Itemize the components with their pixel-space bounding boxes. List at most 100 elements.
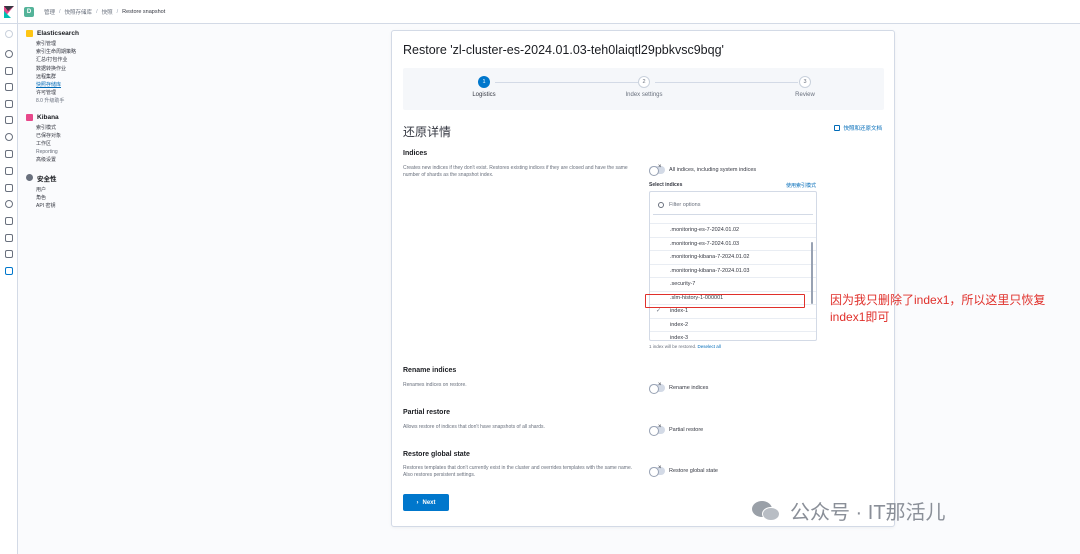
global-state-switch[interactable]: Restore global state [649,465,718,477]
toggle-switch[interactable] [649,382,665,394]
all-indices-switch[interactable]: All indices, including system indices [649,164,757,176]
list-item[interactable]: .security-7 [650,278,816,292]
use-index-patterns-link[interactable]: 使用索引模式 [786,182,816,189]
rename-title: Rename indices [403,367,457,374]
selection-help-text: 1 index will be restored. [649,344,697,349]
nav-item-rollup[interactable]: 汇总/打包作业 [36,56,168,64]
management-sidenav: Elasticsearch 索引管理 索引生命周期策略 汇总/打包作业 数据转换… [18,24,168,218]
breadcrumb-separator: / [59,8,61,15]
annotation-text: 因为我只删除了index1，所以这里只恢复index1即可 [830,293,1046,324]
docs-link[interactable]: 快照和还原文档 [834,124,882,132]
indices-description: Creates new indices if they don't exist.… [403,165,628,178]
page-title: Restore 'zl-cluster-es-2024.01.03-teh0la… [403,43,724,57]
switch-label: All indices, including system indices [669,167,757,173]
nav-item-advanced-settings[interactable]: 高级设置 [36,156,168,164]
uptime-icon[interactable] [5,217,13,225]
breadcrumb-separator: / [116,8,119,15]
nav-item-index-patterns[interactable]: 索引模式 [36,124,168,132]
icon-rail [0,24,18,554]
next-button[interactable]: › Next [403,494,449,511]
switch-label: Restore global state [669,468,718,474]
nav-section-security: 安全性 用户 角色 API 密钥 [26,173,168,211]
nav-item-remote-clusters[interactable]: 远程集群 [36,73,168,81]
step-logistics[interactable]: 1 Logistics [444,76,524,98]
partial-restore-switch[interactable]: Partial restore [649,424,704,436]
switch-label: Partial restore [669,427,704,433]
next-button-label: Next [422,499,436,506]
filter-input[interactable]: Filter options [653,195,813,215]
step-number: 1 [478,76,490,88]
breadcrumb-item-current: Restore snapshot [122,8,166,15]
breadcrumb-separator: / [96,8,98,15]
wechat-icon [752,499,782,523]
breadcrumb-item-snapshots[interactable]: 快照 [102,8,113,16]
step-number: 3 [799,76,811,88]
toggle-switch[interactable] [649,465,665,477]
nav-section-elasticsearch: Elasticsearch 索引管理 索引生命周期策略 汇总/打包作业 数据转换… [26,30,168,106]
step-label: Logistics [472,92,496,98]
nav-item-spaces[interactable]: 工作区 [36,140,168,148]
step-number: 2 [638,76,650,88]
step-review[interactable]: 3 Review [765,76,845,98]
indices-selectable-list: Filter options .monitoring-es-7-2024.01.… [649,191,817,341]
space-avatar[interactable]: D [24,6,34,17]
maps-icon[interactable] [5,133,13,141]
recent-icon[interactable] [5,50,13,58]
nav-item-api-keys[interactable]: API 密钥 [36,202,168,210]
list-item[interactable]: index-2 [650,319,816,332]
visualize-icon[interactable] [5,83,13,91]
list-item[interactable]: index-3 [650,332,816,340]
list-item[interactable]: .monitoring-es-7-2024.01.03 [650,238,816,251]
logs-icon[interactable] [5,184,13,192]
list-item[interactable]: .monitoring-kibana-7-2024.01.03 [650,265,816,278]
kibana-icon [26,113,33,121]
nav-section-label: Elasticsearch [37,30,79,37]
infra-icon[interactable] [5,167,13,175]
dashboard-icon[interactable] [5,100,13,108]
management-icon[interactable] [5,267,13,275]
nav-item-upgrade-assistant[interactable]: 8.0 升级助手 [36,97,168,105]
indices-title: Indices [403,150,428,157]
nav-item-reporting[interactable]: Reporting [36,148,168,156]
nav-section-title: Elasticsearch [26,30,168,37]
chevron-right-icon: › [416,499,419,506]
nav-item-snapshot-repositories[interactable]: 快照存储库 [36,81,168,89]
section-heading: 还原详情 [403,125,452,139]
global-state-title: Restore global state [403,451,470,458]
kibana-logo-icon[interactable] [0,0,18,24]
docs-link-label: 快照和还原文档 [843,126,882,132]
nav-item-roles[interactable]: 角色 [36,194,168,202]
siem-icon[interactable] [5,234,13,242]
nav-item-users[interactable]: 用户 [36,186,168,194]
nav-item-transforms[interactable]: 数据转换作业 [36,65,168,73]
toggle-switch[interactable] [649,164,665,176]
switch-label: Rename indices [669,385,709,391]
deselect-all-link[interactable]: Deselect all [698,344,721,349]
list-item[interactable]: .monitoring-kibana-7-2024.01.02 [650,251,816,265]
global-state-description: Restores templates that don't currently … [403,465,633,478]
rename-indices-switch[interactable]: Rename indices [649,382,709,394]
list-scrollbar[interactable] [811,242,813,304]
nav-item-license[interactable]: 许可管理 [36,89,168,97]
watermark: 公众号 · IT那活儿 [752,496,946,525]
nav-item-ilm[interactable]: 索引生命周期策略 [36,48,168,56]
list-item-label: index-1 [670,308,689,314]
step-index-settings[interactable]: 2 Index settings [604,76,684,98]
apm-icon[interactable] [5,200,13,208]
breadcrumb-item-repositories[interactable]: 快照存储库 [65,8,93,16]
canvas-icon[interactable] [5,116,13,124]
list-item[interactable]: .monitoring-es-7-2024.01.02 [650,224,816,238]
discover-icon[interactable] [5,67,13,75]
nav-item-saved-objects[interactable]: 已保存对象 [36,132,168,140]
ml-icon[interactable] [5,150,13,158]
selection-help: 1 index will be restored. Deselect all [649,344,721,349]
partial-description: Allows restore of indices that don't hav… [403,424,545,430]
nav-item-index-management[interactable]: 索引管理 [36,40,168,48]
breadcrumb-item-management[interactable]: 管理 [44,8,55,16]
elasticsearch-icon [26,30,33,37]
menu-icon[interactable] [5,30,13,38]
toggle-switch[interactable] [649,424,665,436]
filter-placeholder: Filter options [669,201,701,208]
breadcrumb: 管理 / 快照存储库 / 快照 / Restore snapshot [44,8,165,16]
devtools-icon[interactable] [5,250,13,258]
